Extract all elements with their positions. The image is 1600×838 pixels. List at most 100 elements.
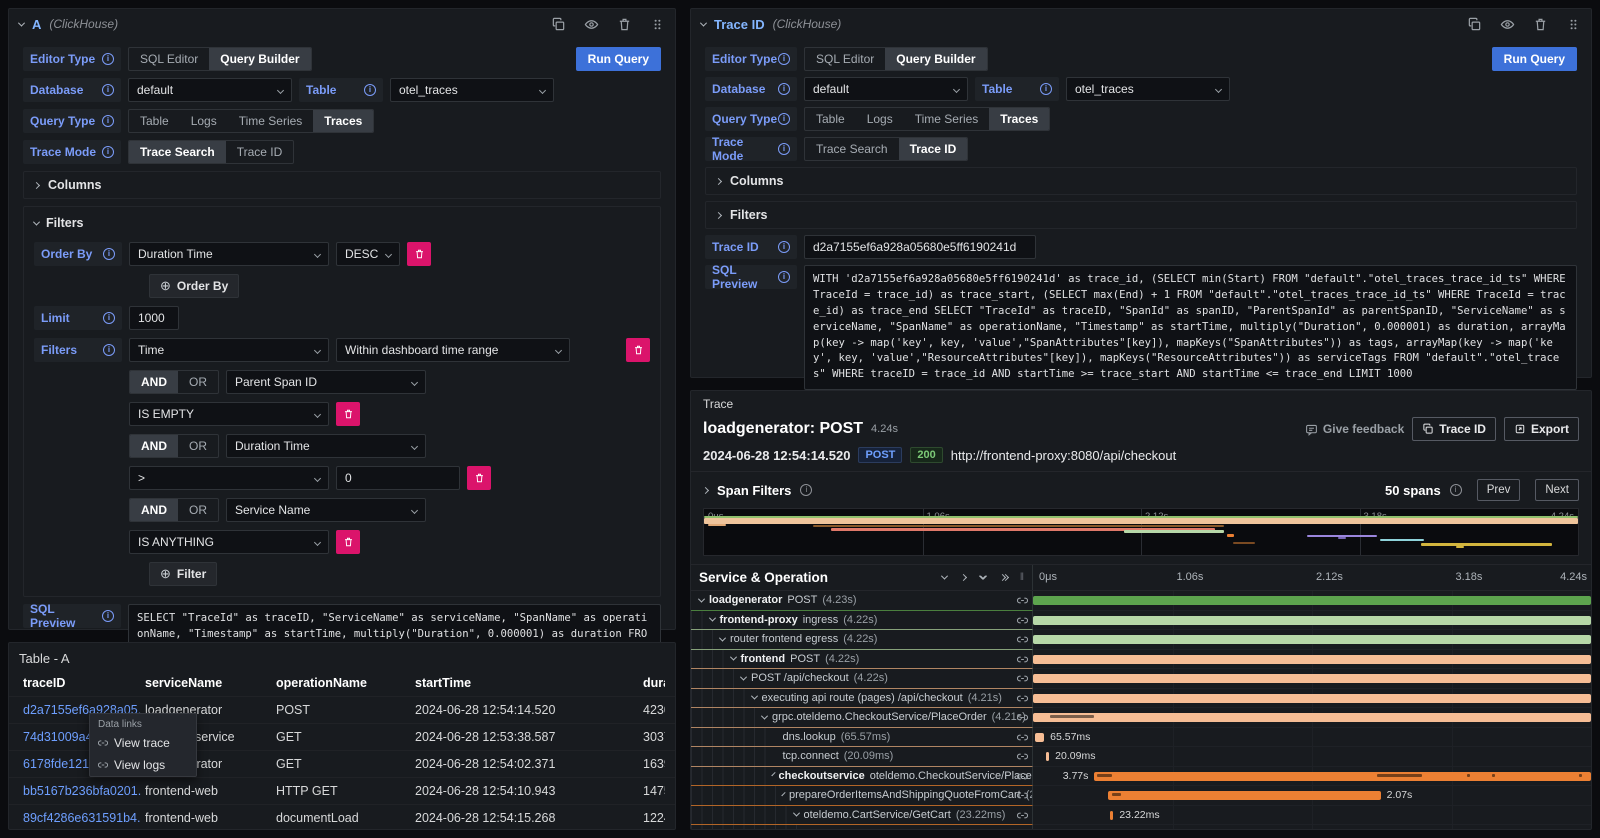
info-icon[interactable]: i bbox=[1450, 484, 1462, 496]
filters-title[interactable]: Filters bbox=[46, 216, 84, 230]
info-icon[interactable]: i bbox=[778, 271, 790, 283]
chevron-down-icon[interactable] bbox=[792, 810, 799, 817]
link-icon[interactable] bbox=[1017, 771, 1028, 782]
link-icon[interactable] bbox=[1017, 829, 1028, 830]
column-header[interactable]: serviceName bbox=[141, 670, 272, 696]
query-type-logs[interactable]: Logs bbox=[180, 110, 228, 132]
filter-field-select[interactable]: Parent Span ID bbox=[226, 370, 426, 394]
expand-one-icon[interactable] bbox=[959, 575, 968, 580]
database-select[interactable]: default bbox=[804, 77, 968, 101]
info-icon[interactable]: i bbox=[103, 248, 115, 260]
link-icon[interactable] bbox=[1017, 615, 1028, 626]
and-option[interactable]: AND bbox=[130, 499, 178, 521]
info-icon[interactable]: i bbox=[102, 53, 114, 65]
column-header[interactable]: traceID bbox=[19, 670, 141, 696]
and-option[interactable]: AND bbox=[130, 371, 178, 393]
chevron-down-icon[interactable] bbox=[740, 673, 747, 680]
chevron-down-icon[interactable] bbox=[761, 712, 768, 719]
query-type-table[interactable]: Table bbox=[129, 110, 180, 132]
query-type-logs[interactable]: Logs bbox=[856, 108, 904, 130]
info-icon[interactable]: i bbox=[778, 53, 790, 65]
expand-all-icon[interactable] bbox=[998, 575, 1010, 580]
link-icon[interactable] bbox=[1017, 790, 1028, 801]
table-select[interactable]: otel_traces bbox=[1066, 77, 1230, 101]
collapse-all-icon[interactable] bbox=[978, 575, 988, 580]
query-type-timeseries[interactable]: Time Series bbox=[904, 108, 990, 130]
view-logs-link[interactable]: View logs bbox=[90, 754, 196, 776]
columns-section[interactable]: Columns bbox=[23, 171, 661, 199]
info-icon[interactable]: i bbox=[102, 146, 114, 158]
add-filter-button[interactable]: ⊕Filter bbox=[149, 562, 217, 586]
info-icon[interactable]: i bbox=[800, 484, 812, 496]
info-icon[interactable]: i bbox=[102, 84, 114, 96]
collapse-chevron-icon[interactable] bbox=[18, 19, 25, 26]
trace-minimap[interactable]: 0μs 1.06s 2.12s 3.18s 4.24s bbox=[703, 508, 1579, 556]
link-icon[interactable] bbox=[1017, 751, 1028, 762]
table-select[interactable]: otel_traces bbox=[390, 78, 554, 102]
info-icon[interactable]: i bbox=[102, 115, 114, 127]
query-builder-option[interactable]: Query Builder bbox=[209, 48, 310, 70]
trace-id-input[interactable] bbox=[804, 235, 1036, 259]
span-row[interactable]: loadgeneratorPOST(4.23s) bbox=[691, 591, 1591, 611]
span-row[interactable]: checkoutserviceoteldemo.CheckoutService/… bbox=[691, 767, 1591, 787]
or-option[interactable]: OR bbox=[178, 435, 218, 457]
chevron-right-icon[interactable] bbox=[702, 486, 709, 493]
order-by-field-select[interactable]: Duration Time bbox=[129, 242, 329, 266]
link-icon[interactable] bbox=[1017, 810, 1028, 821]
span-row[interactable]: executing api route (pages) /api/checkou… bbox=[691, 689, 1591, 709]
trace-id-option[interactable]: Trace ID bbox=[899, 138, 968, 160]
add-order-by-button[interactable]: ⊕Order By bbox=[149, 274, 239, 298]
filter-value-select[interactable]: Within dashboard time range bbox=[336, 338, 570, 362]
span-row[interactable]: frontendPOST(4.22s) bbox=[691, 650, 1591, 670]
chevron-down-icon[interactable] bbox=[771, 772, 775, 776]
chevron-down-icon[interactable] bbox=[719, 634, 726, 641]
link-icon[interactable] bbox=[1017, 732, 1028, 743]
chevron-down-icon[interactable] bbox=[781, 792, 785, 796]
eye-icon[interactable] bbox=[584, 17, 599, 32]
trace-search-option[interactable]: Trace Search bbox=[129, 141, 226, 163]
filter-operator-select[interactable]: IS EMPTY bbox=[129, 402, 329, 426]
span-row[interactable]: POST /oteldemo.CartService/GetCart bbox=[691, 825, 1591, 830]
view-trace-link[interactable]: View trace bbox=[90, 732, 196, 754]
remove-filter-button[interactable] bbox=[336, 530, 360, 554]
link-icon[interactable] bbox=[1017, 654, 1028, 665]
run-query-button[interactable]: Run Query bbox=[1492, 47, 1577, 71]
query-builder-option[interactable]: Query Builder bbox=[885, 48, 986, 70]
or-option[interactable]: OR bbox=[178, 499, 218, 521]
span-row[interactable]: frontend-proxyingress(4.22s) bbox=[691, 611, 1591, 631]
chevron-down-icon[interactable] bbox=[708, 615, 715, 622]
link-icon[interactable] bbox=[1017, 693, 1028, 704]
filter-field-select[interactable]: Service Name bbox=[226, 498, 426, 522]
trace-id-link[interactable]: bb5167b236bfa0201... bbox=[19, 778, 141, 804]
filter-value-input[interactable] bbox=[336, 466, 460, 490]
span-row[interactable]: oteldemo.CartService/GetCart(23.22ms)23.… bbox=[691, 806, 1591, 826]
info-icon[interactable]: i bbox=[778, 241, 790, 253]
remove-filter-button[interactable] bbox=[467, 466, 491, 490]
span-filters-label[interactable]: Span Filters bbox=[717, 483, 791, 498]
column-header[interactable]: operationName bbox=[272, 670, 411, 696]
column-header[interactable]: startTime bbox=[411, 670, 639, 696]
sql-editor-option[interactable]: SQL Editor bbox=[805, 48, 885, 70]
query-type-timeseries[interactable]: Time Series bbox=[228, 110, 314, 132]
chevron-down-icon[interactable] bbox=[698, 595, 705, 602]
and-option[interactable]: AND bbox=[130, 435, 178, 457]
chevron-down-icon[interactable] bbox=[750, 693, 757, 700]
info-icon[interactable]: i bbox=[103, 312, 115, 324]
span-row[interactable]: POST /api/checkout(4.22s) bbox=[691, 669, 1591, 689]
trace-id-button[interactable]: Trace ID bbox=[1412, 417, 1496, 441]
info-icon[interactable]: i bbox=[778, 143, 790, 155]
link-icon[interactable] bbox=[1017, 673, 1028, 684]
info-icon[interactable]: i bbox=[778, 113, 790, 125]
span-row[interactable]: dns.lookup(65.57ms)65.57ms bbox=[691, 728, 1591, 748]
sql-editor-option[interactable]: SQL Editor bbox=[129, 48, 209, 70]
info-icon[interactable]: i bbox=[1040, 83, 1052, 95]
remove-order-by-button[interactable] bbox=[407, 242, 431, 266]
drag-handle-icon[interactable] bbox=[650, 17, 665, 32]
column-header[interactable]: duration bbox=[639, 670, 665, 696]
query-refid[interactable]: A bbox=[32, 17, 41, 32]
remove-filter-button[interactable] bbox=[336, 402, 360, 426]
link-icon[interactable] bbox=[1017, 712, 1028, 723]
filter-field-select[interactable]: Time bbox=[129, 338, 329, 362]
link-icon[interactable] bbox=[1017, 634, 1028, 645]
filter-operator-select[interactable]: > bbox=[129, 466, 329, 490]
